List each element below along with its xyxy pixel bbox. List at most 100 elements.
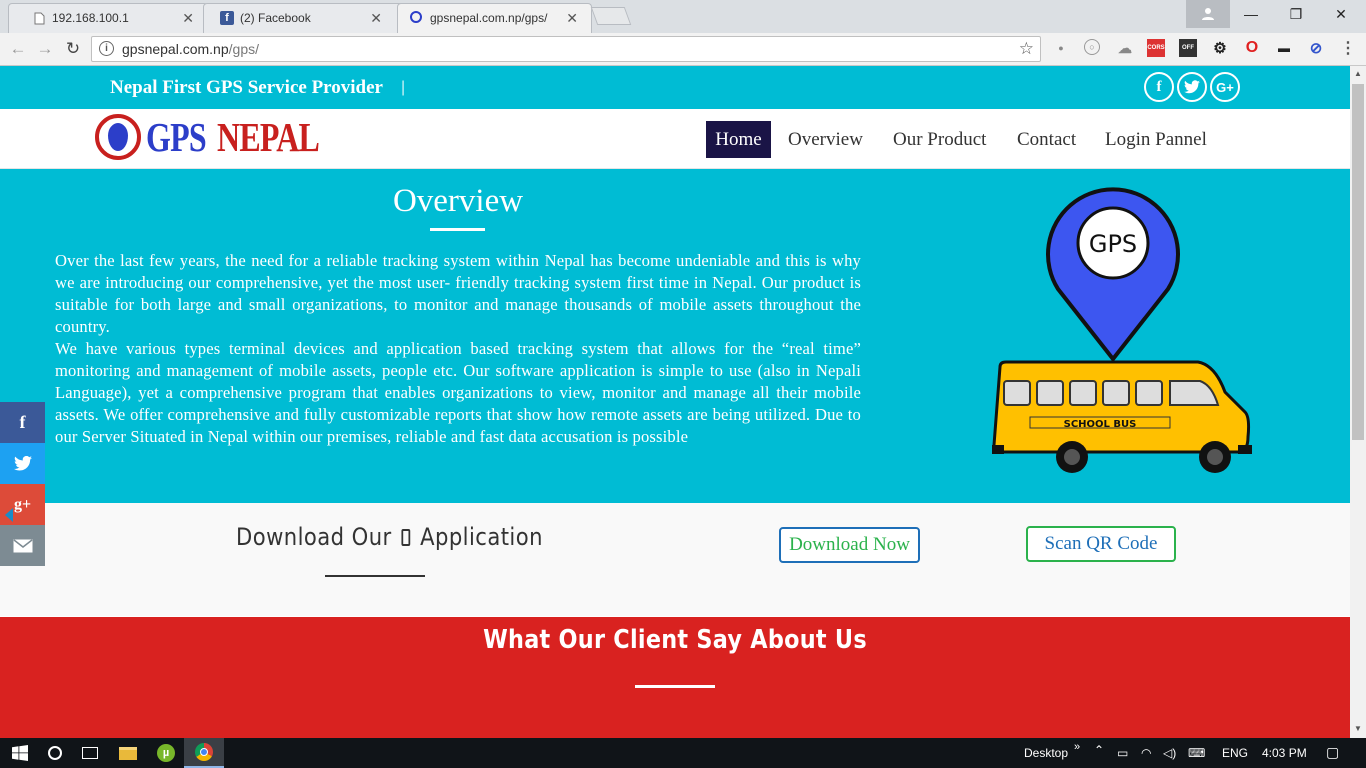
- opera-icon[interactable]: O: [1243, 39, 1261, 57]
- notifications-icon[interactable]: ▢: [1326, 744, 1339, 761]
- minimize-icon[interactable]: —: [1228, 0, 1274, 28]
- utorrent-icon[interactable]: µ: [146, 738, 186, 768]
- overview-paragraph-1: Over the last few years, the need for a …: [55, 251, 861, 336]
- restore-icon[interactable]: ❐: [1273, 0, 1319, 28]
- extension-icon[interactable]: ○: [1084, 39, 1100, 55]
- chrome-taskbar-icon[interactable]: [184, 738, 224, 768]
- tagline-separator: |: [401, 79, 406, 96]
- keyboard-icon[interactable]: ⌨: [1188, 746, 1205, 760]
- volume-icon[interactable]: ◁): [1163, 746, 1176, 760]
- nav-contact[interactable]: Contact: [1009, 121, 1084, 158]
- download-title-text: Download Our: [236, 523, 392, 551]
- download-section: Download Our Application Download Now Sc…: [0, 503, 1350, 616]
- gps-school-bus-illustration: GPS SCHOOL BUS: [992, 187, 1252, 473]
- forward-icon[interactable]: →: [34, 38, 56, 60]
- info-icon[interactable]: i: [99, 41, 114, 56]
- browser-tab-bar: 192.168.100.1 ✕ f (2) Facebook ✕ gpsnepa…: [0, 0, 1366, 33]
- clients-title: What Our Client Say About Us: [483, 625, 867, 655]
- task-view-icon[interactable]: [70, 738, 110, 768]
- menu-icon[interactable]: ⋮: [1339, 39, 1357, 57]
- close-window-icon[interactable]: ✕: [1318, 0, 1364, 28]
- web-page: Nepal First GPS Service Provider | f G+ …: [0, 66, 1350, 738]
- title-underline: [635, 685, 715, 688]
- tagline: Nepal First GPS Service Provider: [110, 77, 383, 98]
- facebook-icon: f: [220, 11, 234, 25]
- extension-label: cors: [1147, 45, 1165, 51]
- url-path: /gps/: [228, 41, 259, 57]
- clock[interactable]: 4:03 PM: [1262, 746, 1307, 760]
- bookmark-star-icon[interactable]: ☆: [1019, 39, 1034, 59]
- close-icon[interactable]: ✕: [370, 10, 382, 27]
- address-bar[interactable]: i gpsnepal.com.np/gps/ ☆: [91, 36, 1041, 62]
- cortana-search-icon[interactable]: [35, 738, 75, 768]
- logo-gps-text[interactable]: GPS: [146, 113, 207, 161]
- clients-section: What Our Client Say About Us: [0, 617, 1350, 738]
- facebook-icon[interactable]: f: [1144, 72, 1174, 102]
- page-icon: [32, 11, 46, 25]
- close-icon[interactable]: ✕: [566, 10, 578, 27]
- tab-gpsnepal[interactable]: gpsnepal.com.np/gps/ ✕: [386, 3, 592, 33]
- tab-title: 192.168.100.1: [52, 11, 129, 25]
- share-twitter-icon[interactable]: [0, 443, 45, 484]
- new-tab-button[interactable]: [590, 7, 632, 25]
- nav-home[interactable]: Home: [706, 121, 771, 158]
- logo-pin-icon[interactable]: [95, 114, 141, 160]
- tab-title: gpsnepal.com.np/gps/: [430, 11, 548, 25]
- windows-start-icon[interactable]: [0, 738, 40, 768]
- title-underline: [325, 575, 425, 577]
- scroll-down-icon[interactable]: ▼: [1354, 724, 1362, 733]
- share-facebook-icon[interactable]: f: [0, 402, 45, 443]
- scroll-thumb[interactable]: [1352, 84, 1364, 440]
- nav-login-pannel[interactable]: Login Pannel: [1097, 121, 1215, 158]
- school-bus-icon: SCHOOL BUS: [992, 360, 1252, 473]
- scroll-up-icon[interactable]: ▲: [1354, 69, 1362, 78]
- file-explorer-icon[interactable]: [108, 738, 148, 768]
- profile-icon[interactable]: [1186, 0, 1230, 28]
- share-email-icon[interactable]: [0, 525, 45, 566]
- title-underline: [430, 228, 485, 231]
- twitter-icon[interactable]: [1177, 72, 1207, 102]
- scan-qr-code-button[interactable]: Scan QR Code: [1026, 526, 1176, 562]
- extension-label: off: [1182, 45, 1194, 51]
- collapse-share-icon[interactable]: [5, 508, 13, 522]
- tab-title: (2) Facebook: [240, 11, 311, 25]
- share-sidebar: f g+: [0, 402, 45, 566]
- close-icon[interactable]: ✕: [182, 10, 194, 27]
- mobile-icon: [401, 529, 411, 546]
- page-scrollbar[interactable]: ▲ ▼: [1350, 66, 1366, 738]
- windows-taskbar: µ Desktop » ⌃ ▭ ◠ ◁) ⌨ ENG 4:03 PM ▢: [0, 738, 1366, 768]
- battery-icon[interactable]: ▭: [1117, 746, 1128, 760]
- reload-icon[interactable]: ↻: [62, 38, 84, 60]
- cors-icon[interactable]: cors: [1147, 39, 1165, 57]
- mask-icon[interactable]: ▬: [1275, 39, 1293, 57]
- wifi-icon[interactable]: ◠: [1141, 746, 1151, 760]
- cloud-icon[interactable]: ☁: [1116, 39, 1134, 57]
- download-now-button[interactable]: Download Now: [779, 527, 920, 563]
- extension-icon[interactable]: ●: [1052, 39, 1070, 57]
- site-icon: [410, 11, 422, 23]
- url-text: gpsnepal.com.np/gps/: [122, 41, 259, 57]
- overview-title: Overview: [392, 183, 524, 219]
- site-navbar: GPS NEPAL Home Overview Our Product Cont…: [0, 109, 1350, 169]
- language-indicator[interactable]: ENG: [1222, 746, 1248, 760]
- pin-label: GPS: [1089, 230, 1137, 258]
- off-icon[interactable]: off: [1179, 39, 1197, 57]
- desktop-toolbar-label[interactable]: Desktop: [1024, 746, 1068, 760]
- nav-our-product[interactable]: Our Product: [885, 121, 994, 158]
- chevron-right-icon[interactable]: »: [1074, 741, 1080, 753]
- nav-overview[interactable]: Overview: [780, 121, 871, 158]
- logo-nepal-text[interactable]: NEPAL: [217, 113, 320, 161]
- gps-pin-icon: GPS: [1046, 187, 1180, 361]
- chevron-up-icon[interactable]: ⌃: [1094, 743, 1104, 757]
- download-title: Download Our Application: [236, 523, 543, 551]
- gear-icon[interactable]: ⚙: [1211, 39, 1229, 57]
- overview-section: Overview Over the last few years, the ne…: [0, 169, 1350, 503]
- google-plus-icon[interactable]: G+: [1210, 72, 1240, 102]
- tab-router[interactable]: 192.168.100.1 ✕: [8, 3, 208, 33]
- overview-paragraph-2: We have various types terminal devices a…: [55, 339, 861, 446]
- tab-facebook[interactable]: f (2) Facebook ✕: [196, 3, 396, 33]
- back-icon[interactable]: ←: [7, 38, 29, 60]
- block-icon[interactable]: ⊘: [1307, 39, 1325, 57]
- bus-label: SCHOOL BUS: [1064, 419, 1137, 430]
- url-host: gpsnepal.com.np: [122, 41, 229, 57]
